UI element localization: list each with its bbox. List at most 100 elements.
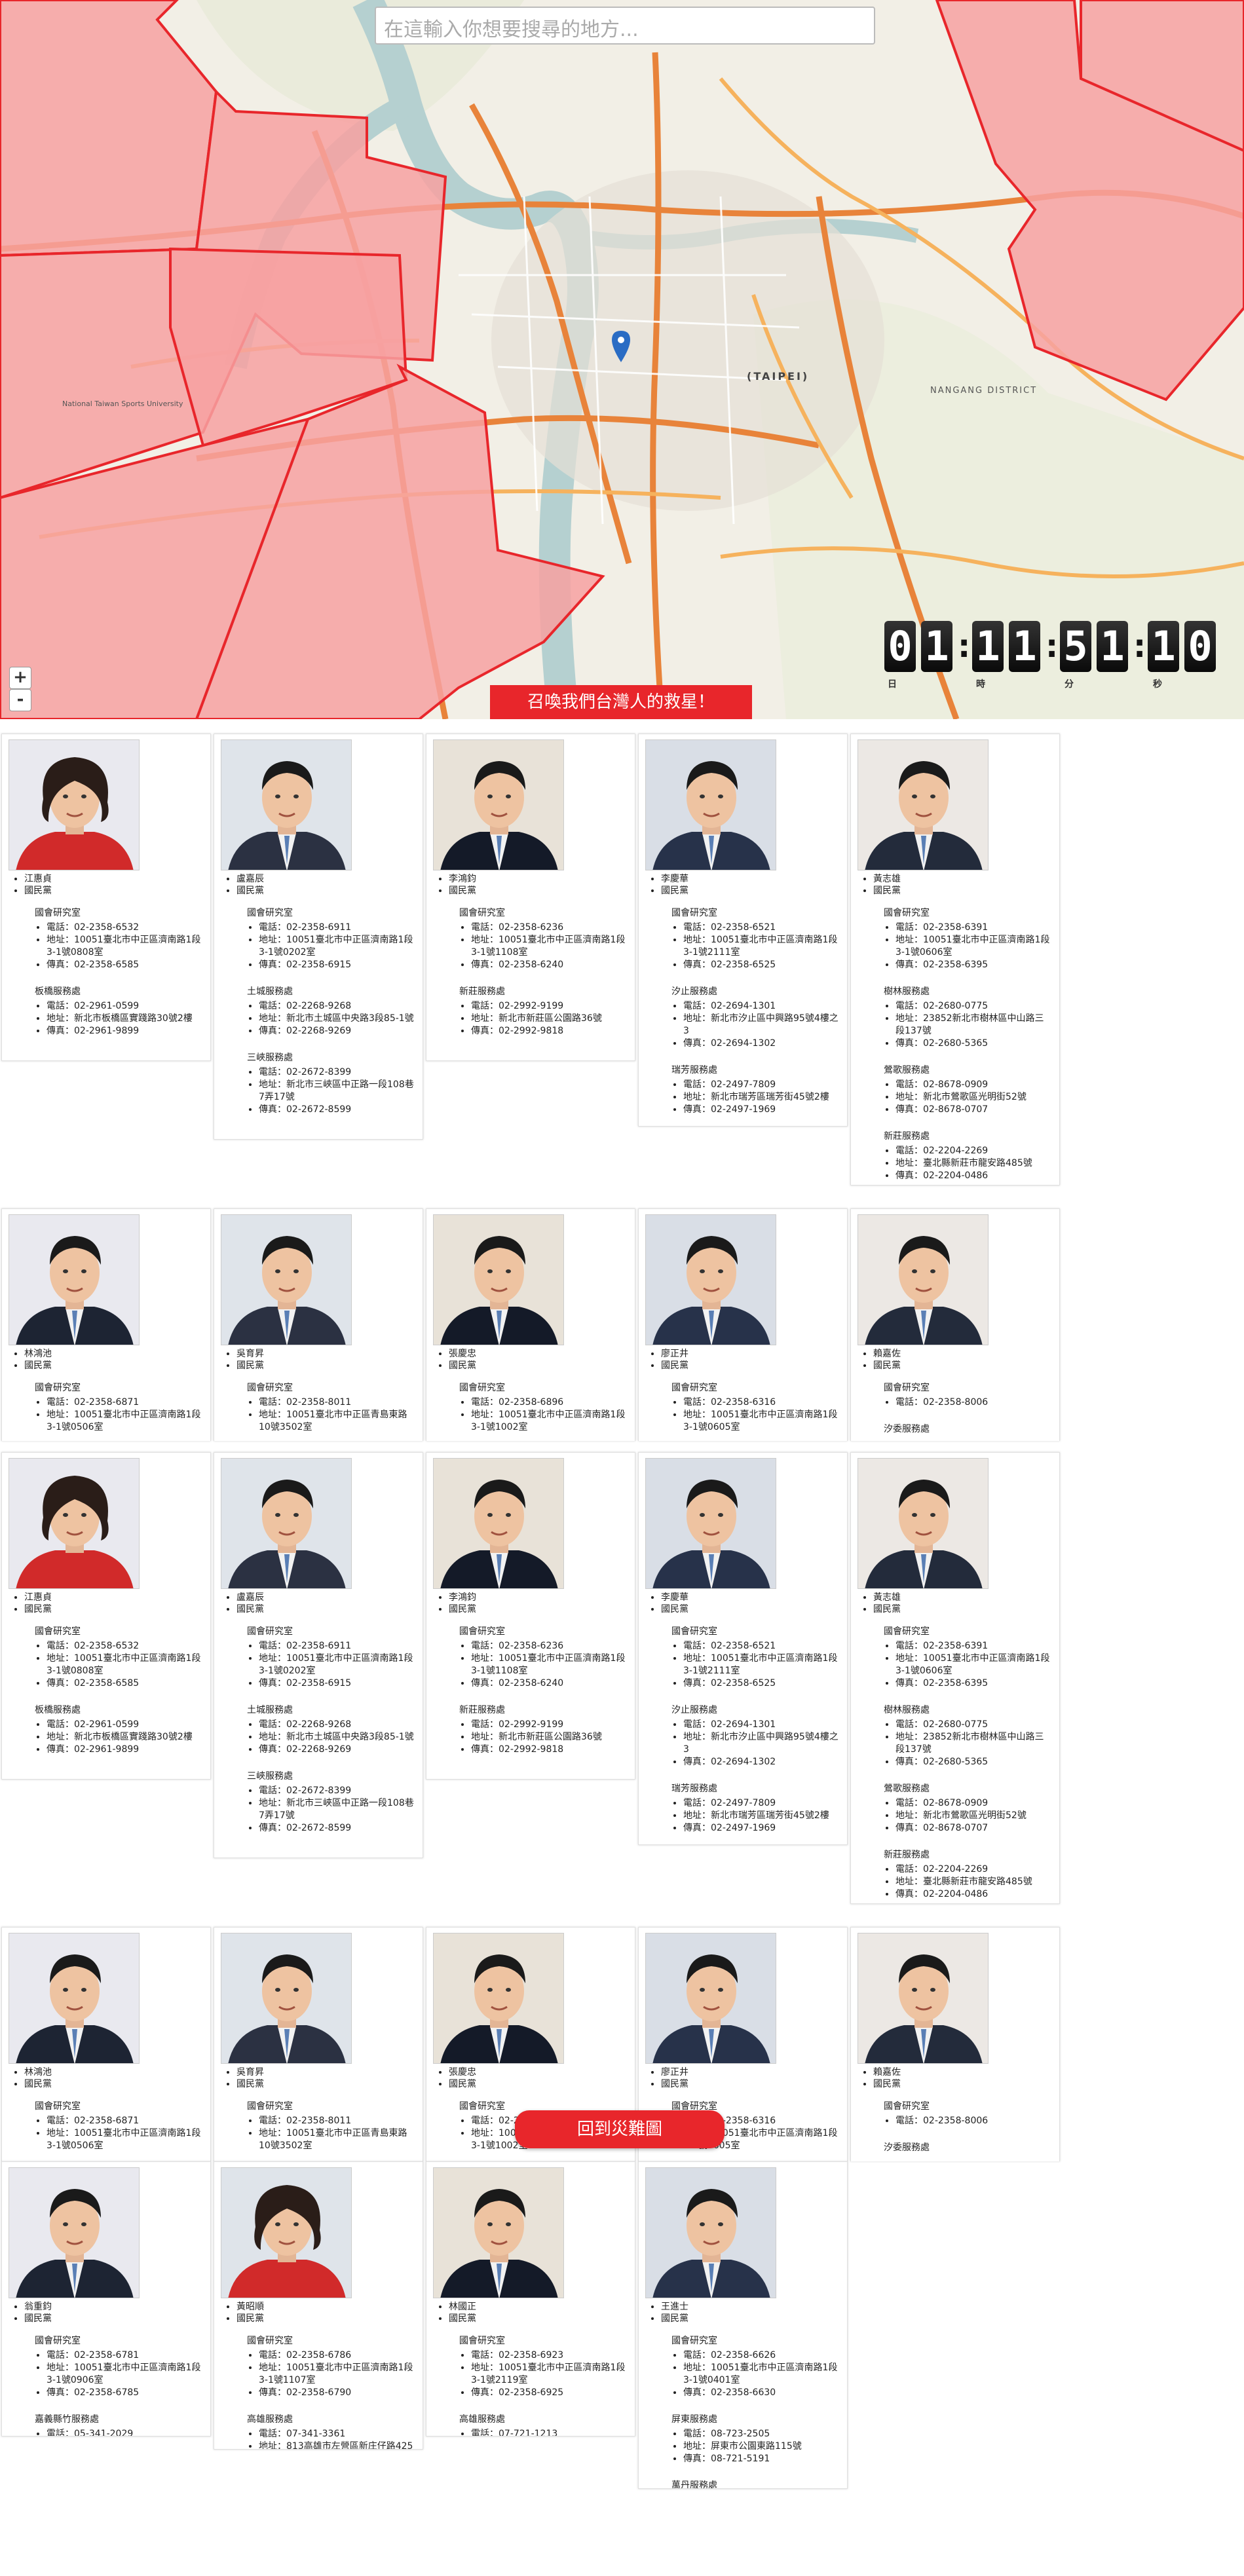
office-contact-item: 電話：02-2961-0599 bbox=[47, 1719, 204, 1731]
legislator-photo bbox=[9, 1214, 140, 1345]
office-contact-item: 地址：新北市新莊區公園路36號 bbox=[471, 1013, 628, 1025]
office-contact-item: 傳真：02-2358-6395 bbox=[895, 1677, 1053, 1690]
legislator-name: 林鴻池 bbox=[24, 1348, 204, 1360]
office-contact-list: 電話：02-2672-8399地址：新北市三峽區中正路一段108巷7弄17號傳真… bbox=[221, 1785, 416, 1835]
office-contact-item: 傳真：02-2992-9818 bbox=[471, 1744, 628, 1756]
office-contact-list: 電話：07-341-3361地址：813高雄市左營區新庄仔路425號傳真：07-… bbox=[221, 2428, 416, 2449]
office-contact-list: 電話：02-2358-6521地址：10051臺北市中正區濟南路1段3-1號21… bbox=[645, 922, 840, 971]
office-contact-item: 電話：02-2358-6532 bbox=[47, 1640, 204, 1652]
office-title: 土城服務處 bbox=[247, 1705, 293, 1715]
legislator-party: 國民黨 bbox=[449, 1360, 628, 1372]
office-section: 國會研究室電話：02-2358-6896地址：10051臺北市中正區濟南路1段3… bbox=[433, 1381, 628, 1434]
office-contact-item: 傳真：02-2204-0486 bbox=[895, 1888, 1053, 1901]
office-contact-item: 地址：10051臺北市中正區濟南路1段3-1號0906室 bbox=[47, 2362, 204, 2387]
legislator-identity: 翁重鈞國民黨 bbox=[9, 2301, 204, 2324]
office-contact-item: 電話：02-2992-9199 bbox=[471, 1719, 628, 1731]
legislator-card: 賴嘉佐國民黨國會研究室電話：02-2358-8006 汐委服務處 bbox=[850, 1208, 1060, 1441]
office-contact-list: 電話：02-2268-9268地址：新北市土城區中央路3段85-1號傳真：02-… bbox=[221, 1719, 416, 1756]
office-contact-item: 傳真：02-2497-1969 bbox=[683, 1104, 840, 1116]
legislator-name: 吳育昇 bbox=[236, 2066, 416, 2078]
legislator-party: 國民黨 bbox=[449, 2313, 628, 2324]
legislator-name: 廖正井 bbox=[661, 2066, 840, 2078]
office-contact-item: 傳真：02-2358-6785 bbox=[47, 2387, 204, 2399]
office-contact-item: 電話：02-2358-6391 bbox=[895, 922, 1053, 934]
legislator-party: 國民黨 bbox=[236, 2078, 416, 2090]
legislator-photo bbox=[433, 1214, 564, 1345]
office-contact-item: 傳真：02-2497-1969 bbox=[683, 1822, 840, 1835]
legislator-party: 國民黨 bbox=[873, 885, 1053, 897]
office-contact-item: 地址：10051臺北市中正區青島東路10號3502室 bbox=[259, 1409, 416, 1434]
office-contact-list: 電話：02-2358-6316地址：10051臺北市中正區濟南路1段3-1號06… bbox=[645, 1396, 840, 1434]
office-contact-item: 電話：02-2672-8399 bbox=[259, 1785, 416, 1797]
office-contact-list: 電話：02-2358-6626地址：10051臺北市中正區濟南路1段3-1號04… bbox=[645, 2349, 840, 2399]
office-section: 國會研究室電話：02-2358-6871地址：10051臺北市中正區濟南路1段3… bbox=[9, 1381, 204, 1434]
office-title: 汐止服務處 bbox=[671, 986, 717, 997]
legislator-identity: 黃志雄國民黨 bbox=[858, 873, 1053, 897]
legislator-identity: 林鴻池國民黨 bbox=[9, 2066, 204, 2090]
office-contact-item: 電話：02-2992-9199 bbox=[471, 1000, 628, 1013]
office-contact-item: 傳真：02-2672-8599 bbox=[259, 1104, 416, 1116]
legislator-name: 張慶忠 bbox=[449, 2066, 628, 2078]
office-contact-list: 電話：02-2358-6521地址：10051臺北市中正區濟南路1段3-1號21… bbox=[645, 1640, 840, 1690]
office-section: 國會研究室電話：02-2358-6391地址：10051臺北市中正區濟南路1段3… bbox=[858, 1624, 1053, 1690]
legislator-card: 黃志雄國民黨國會研究室電話：02-2358-6391地址：10051臺北市中正區… bbox=[850, 734, 1060, 1185]
office-section: 汐委服務處 bbox=[858, 2140, 1053, 2154]
disaster-map[interactable]: (TAIPEI) NANGANG DISTRICT National Taiwa… bbox=[0, 0, 1244, 719]
office-title: 土城服務處 bbox=[247, 986, 293, 997]
legislator-party: 國民黨 bbox=[24, 885, 204, 897]
zoom-in-button[interactable]: + bbox=[9, 667, 31, 689]
legislator-card: 翁重鈞國民黨國會研究室電話：02-2358-6781地址：10051臺北市中正區… bbox=[1, 2161, 211, 2436]
office-contact-list: 電話：02-2358-6532地址：10051臺北市中正區濟南路1段3-1號08… bbox=[9, 1640, 204, 1690]
office-section: 瑞芳服務處電話：02-2497-7809地址：新北市瑞芳區瑞芳街45號2樓傳真：… bbox=[645, 1782, 840, 1835]
legislator-photo bbox=[9, 1458, 140, 1589]
legislator-card: 林鴻池國民黨國會研究室電話：02-2358-6871地址：10051臺北市中正區… bbox=[1, 1927, 211, 2161]
legislator-identity: 賴嘉佐國民黨 bbox=[858, 1348, 1053, 1372]
legislator-photo bbox=[645, 1458, 776, 1589]
zoom-out-button[interactable]: - bbox=[9, 689, 31, 711]
office-title: 樹林服務處 bbox=[884, 986, 930, 997]
office-contact-list: 電話：02-2358-8011地址：10051臺北市中正區青島東路10號3502… bbox=[221, 2115, 416, 2152]
office-contact-item: 地址：新北市土城區中央路3段85-1號 bbox=[259, 1013, 416, 1025]
office-contact-list: 電話：07-721-1213地址：高雄市前鎮區永豐路19之6號傳真：07-721… bbox=[433, 2428, 628, 2436]
office-contact-item: 地址：新北市瑞芳區瑞芳街45號2樓 bbox=[683, 1810, 840, 1822]
legislator-party: 國民黨 bbox=[236, 2313, 416, 2324]
office-contact-list: 電話：02-2992-9199地址：新北市新莊區公園路36號傳真：02-2992… bbox=[433, 1719, 628, 1756]
summon-savior-button[interactable]: 召喚我們台灣人的救星！ bbox=[490, 685, 752, 719]
office-title: 鶯歌服務處 bbox=[884, 1065, 930, 1075]
legislator-identity: 李鴻鈞國民黨 bbox=[433, 873, 628, 897]
legislator-card: 王進士國民黨國會研究室電話：02-2358-6626地址：10051臺北市中正區… bbox=[638, 2161, 848, 2489]
office-contact-list: 電話：02-2358-6781地址：10051臺北市中正區濟南路1段3-1號09… bbox=[9, 2349, 204, 2399]
office-section: 國會研究室電話：02-2358-6923地址：10051臺北市中正區濟南路1段3… bbox=[433, 2334, 628, 2399]
office-contact-item: 地址：10051臺北市中正區濟南路1段3-1號1002室 bbox=[471, 1409, 628, 1434]
office-contact-item: 電話：02-2961-0599 bbox=[47, 1000, 204, 1013]
office-contact-item: 傳真：02-2358-6585 bbox=[47, 959, 204, 971]
legislator-identity: 李慶華國民黨 bbox=[645, 873, 840, 897]
office-contact-item: 傳真：02-2961-9899 bbox=[47, 1025, 204, 1037]
map-label-university: National Taiwan Sports University bbox=[62, 400, 183, 408]
legislator-photo bbox=[221, 1933, 352, 2064]
office-section: 國會研究室電話：02-2358-6911地址：10051臺北市中正區濟南路1段3… bbox=[221, 906, 416, 971]
office-contact-list: 電話：02-2694-1301地址：新北市汐止區中興路95號4樓之3傳真：02-… bbox=[645, 1719, 840, 1768]
legislator-card: 盧嘉辰國民黨國會研究室電話：02-2358-6911地址：10051臺北市中正區… bbox=[214, 734, 423, 1140]
office-section: 三峽服務處電話：02-2672-8399地址：新北市三峽區中正路一段108巷7弄… bbox=[221, 1769, 416, 1835]
office-contact-item: 電話：02-2358-6896 bbox=[471, 1396, 628, 1409]
legislator-party: 國民黨 bbox=[661, 1603, 840, 1615]
office-contact-item: 地址：813高雄市左營區新庄仔路425號 bbox=[259, 2440, 416, 2449]
office-contact-item: 地址：新北市汐止區中興路95號4樓之3 bbox=[683, 1013, 840, 1037]
legislator-identity: 王進士國民黨 bbox=[645, 2301, 840, 2324]
countdown-label-seconds: 秒 bbox=[1153, 679, 1162, 690]
countdown-label-hours: 時 bbox=[976, 679, 985, 690]
countdown-hours-ones: 1 bbox=[1009, 621, 1040, 672]
office-contact-item: 傳真：02-8678-0707 bbox=[895, 1822, 1053, 1835]
legislator-photo bbox=[221, 2167, 352, 2298]
office-contact-list: 電話：02-2358-6236地址：10051臺北市中正區濟南路1段3-1號11… bbox=[433, 922, 628, 971]
countdown-seconds-tens: 1 bbox=[1148, 621, 1179, 672]
office-title: 國會研究室 bbox=[35, 908, 81, 918]
office-contact-item: 電話：02-2694-1301 bbox=[683, 1719, 840, 1731]
office-contact-item: 地址：新北市新莊區公園路36號 bbox=[471, 1731, 628, 1744]
search-input[interactable]: 在這輸入你想要搜尋的地方... bbox=[375, 7, 875, 45]
office-contact-item: 傳真：02-2358-6395 bbox=[895, 959, 1053, 971]
back-to-disaster-map-button[interactable]: 回到災難圖 bbox=[515, 2110, 725, 2148]
office-section: 高雄服務處電話：07-721-1213地址：高雄市前鎮區永豐路19之6號傳真：0… bbox=[433, 2412, 628, 2436]
legislator-identity: 黃昭順國民黨 bbox=[221, 2301, 416, 2324]
